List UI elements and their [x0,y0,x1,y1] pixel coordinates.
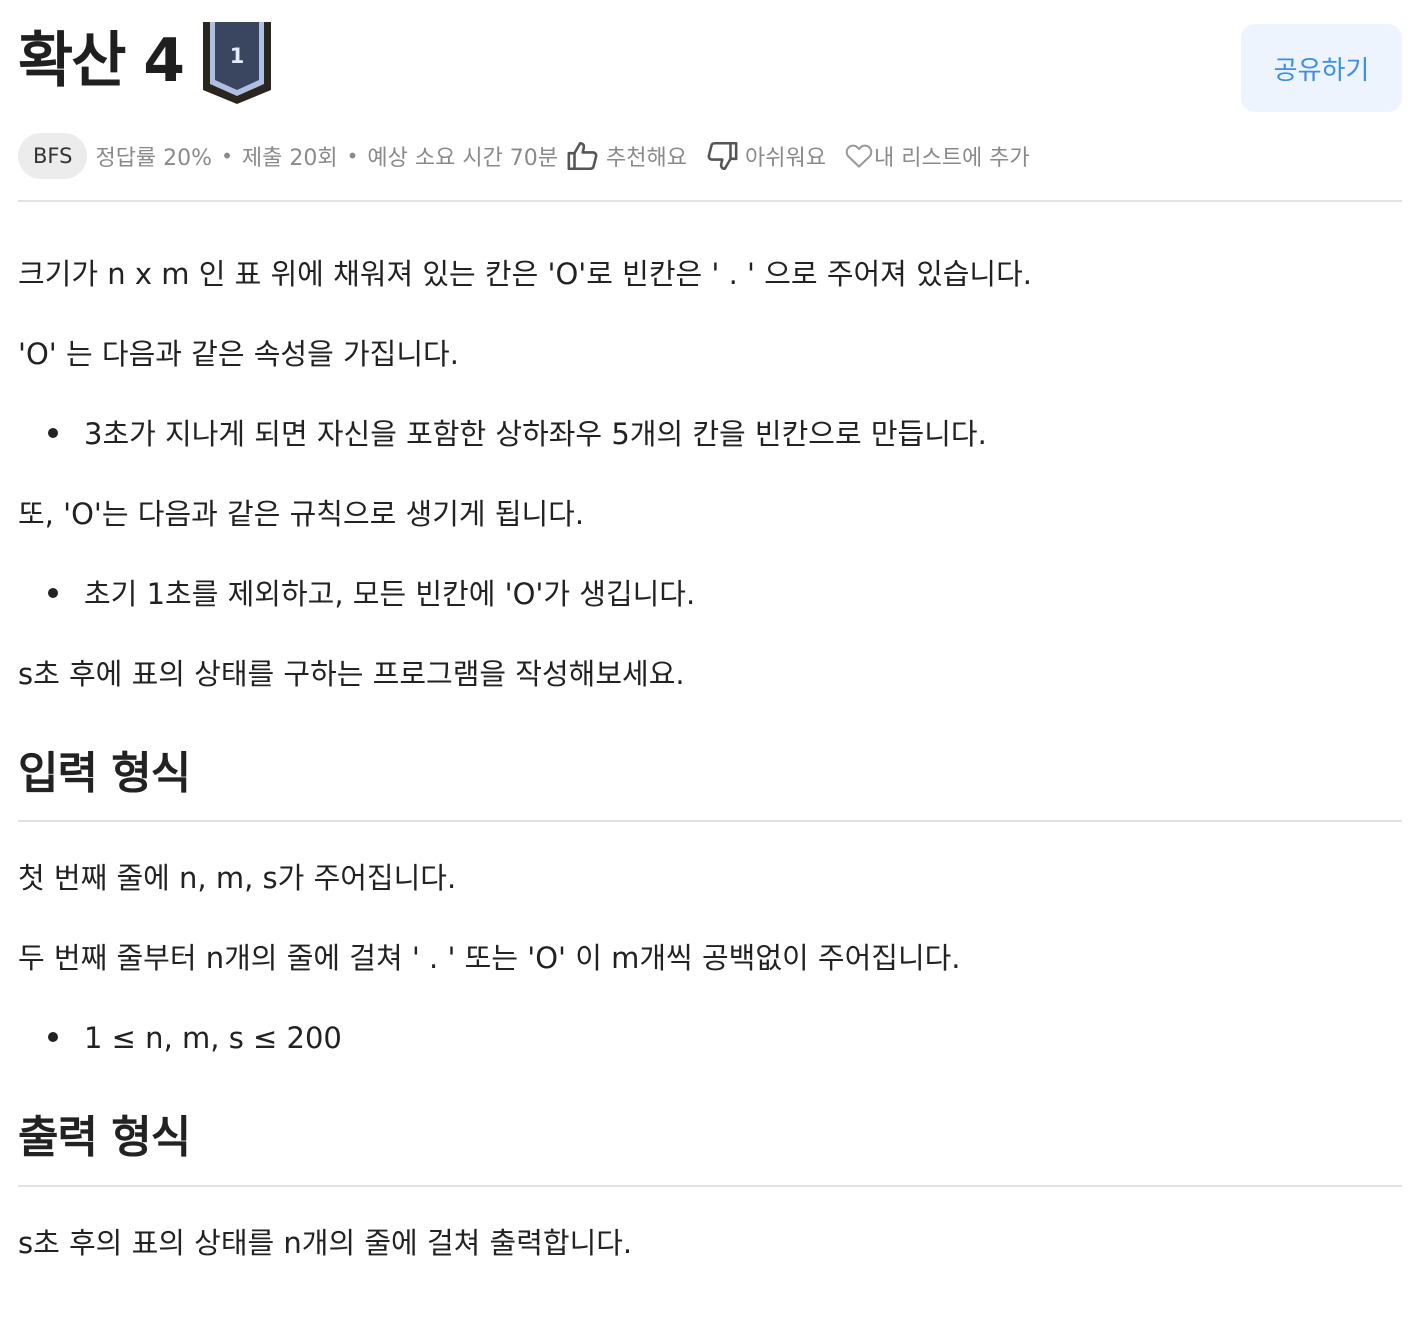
separator-dot: • [221,144,233,168]
accuracy-text: 정답률 20% [95,146,213,171]
input-format-heading: 입력 형식 [18,748,191,799]
problem-title: 확산 4 [18,26,185,96]
divider [18,820,1402,822]
like-label: 추천해요 [606,146,688,171]
list-item-text: 1 ≤ n, m, s ≤ 200 [84,1021,342,1055]
output-format-heading: 출력 형식 [18,1112,191,1163]
description-paragraph: 크기가 n x m 인 표 위에 채워져 있는 칸은 'O'로 빈칸은 ' . … [18,257,1033,291]
list-item: 초기 1초를 제외하고, 모든 빈칸에 'O'가 생깁니다. [48,574,695,614]
meta-row: BFS 정답률 20% • 제출 20회 • 예상 소요 시간 70분 추천해요… [18,132,1030,180]
add-to-list-label: 내 리스트에 추가 [873,146,1030,171]
expected-time-text: 예상 소요 시간 70분 [367,146,559,171]
list-item: 3초가 지나게 되면 자신을 포함한 상하좌우 5개의 칸을 빈칸으로 만듭니다… [48,414,987,454]
level-badge-icon: 1 [203,22,272,104]
divider [18,1185,1402,1187]
level-number: 1 [229,44,245,68]
description-paragraph: 'O' 는 다음과 같은 속성을 가집니다. [18,337,459,371]
thumbs-down-icon [707,141,738,171]
description-paragraph: 또, 'O'는 다음과 같은 규칙으로 생기게 됩니다. [18,497,585,531]
separator-dot: • [346,144,359,168]
like-button[interactable]: 추천해요 [566,139,687,173]
heart-icon [845,144,873,168]
thumbs-up-icon [567,141,598,171]
add-to-list-button[interactable]: 내 리스트에 추가 [844,140,1030,172]
dislike-label: 아쉬워요 [745,146,826,171]
bullet-icon [48,588,58,598]
output-paragraph: s초 후의 표의 상태를 n개의 줄에 걸쳐 출력합니다. [18,1226,633,1260]
divider [18,200,1402,202]
share-button[interactable]: 공유하기 [1241,24,1402,112]
description-paragraph: s초 후에 표의 상태를 구하는 프로그램을 작성해보세요. [18,657,685,691]
bullet-icon [48,428,58,438]
bullet-icon [48,1032,58,1042]
list-item-text: 초기 1초를 제외하고, 모든 빈칸에 'O'가 생깁니다. [84,577,696,611]
submissions-text: 제출 20회 [241,146,338,171]
input-paragraph: 첫 번째 줄에 n, m, s가 주어집니다. [18,861,457,895]
list-item: 1 ≤ n, m, s ≤ 200 [48,1018,342,1058]
input-paragraph: 두 번째 줄부터 n개의 줄에 걸쳐 ' . ' 또는 'O' 이 m개씩 공백… [18,941,961,975]
tag-chip[interactable]: BFS [18,133,88,179]
title-row: 확산 4 1 [18,20,272,110]
list-item-text: 3초가 지나게 되면 자신을 포함한 상하좌우 5개의 칸을 빈칸으로 만듭니다… [84,417,987,451]
dislike-button[interactable]: 아쉬워요 [705,139,826,173]
